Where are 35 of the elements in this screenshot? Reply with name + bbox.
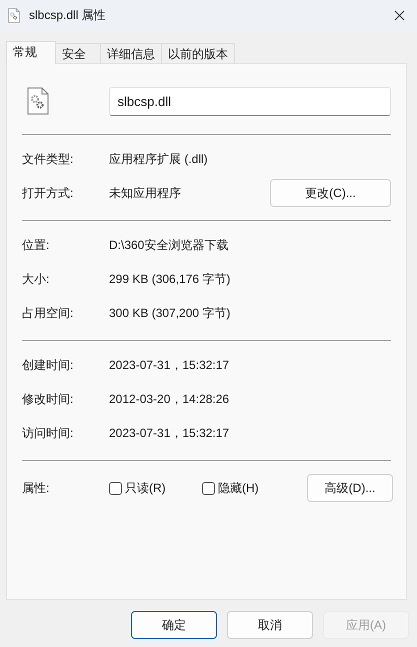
tab[interactable]: 安全: [55, 43, 101, 63]
checkbox-label[interactable]: 只读(R): [125, 480, 166, 496]
advanced-button[interactable]: 高级(D)...: [307, 474, 393, 502]
field-value: 应用程序扩展 (.dll): [109, 150, 209, 168]
dialog-button[interactable]: 确定: [131, 611, 217, 639]
checkbox[interactable]: [109, 482, 122, 494]
field-value: 2012-03-20，14:28:26: [109, 390, 230, 408]
field-value: 未知应用程序: [109, 184, 182, 202]
window-title: slbcsp.dll 属性: [29, 6, 107, 24]
tab[interactable]: 详细信息: [100, 43, 162, 63]
field-value: D:\360安全浏览器下载: [109, 236, 230, 254]
field-label: 修改时间:: [22, 390, 74, 408]
tab[interactable]: 常规: [6, 41, 56, 64]
field-value: 2023-07-31，15:32:17: [109, 424, 230, 442]
field-label: 访问时间:: [22, 424, 74, 442]
file-gear-icon: [27, 87, 49, 115]
field-label: 打开方式:: [22, 184, 74, 202]
field-label: 创建时间:: [22, 356, 74, 374]
field-value: 300 KB (307,200 字节): [109, 304, 232, 322]
dialog-button[interactable]: 取消: [227, 611, 313, 639]
checkbox-label[interactable]: 隐藏(H): [218, 480, 259, 496]
field-label: 文件类型:: [22, 150, 74, 168]
file-gear-icon: [8, 8, 20, 22]
field-label: 占用空间:: [22, 304, 74, 322]
field-label: 位置:: [22, 236, 50, 254]
field-value: 2023-07-31，15:32:17: [109, 356, 230, 374]
checkbox[interactable]: [202, 482, 215, 494]
field-value: 299 KB (306,176 字节): [109, 270, 232, 288]
field-label: 属性:: [22, 480, 50, 496]
close-icon[interactable]: [394, 10, 405, 20]
tab[interactable]: 以前的版本: [161, 43, 235, 63]
field-label: 大小:: [22, 270, 50, 288]
file-name-field[interactable]: slbcsp.dll: [108, 86, 391, 116]
dialog-button: 应用(A): [323, 611, 409, 639]
change-button[interactable]: 更改(C)...: [270, 179, 391, 207]
